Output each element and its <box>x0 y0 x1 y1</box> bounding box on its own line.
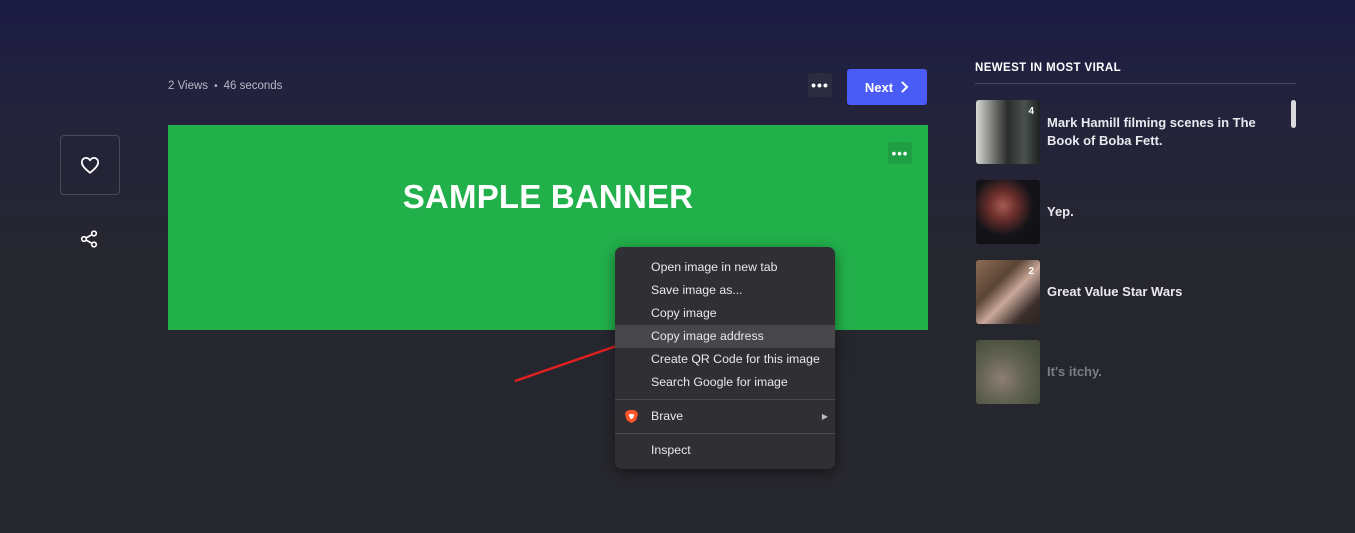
banner-text: SAMPLE BANNER <box>402 178 694 215</box>
meta-separator: • <box>214 80 218 92</box>
sidebar-divider <box>975 83 1296 84</box>
sidebar-title: NEWEST IN MOST VIRAL <box>975 62 1121 74</box>
sidebar-item[interactable]: Yep. <box>976 180 1276 244</box>
brave-lion-icon <box>624 409 639 424</box>
menu-search-google-image[interactable]: Search Google for image <box>615 371 835 394</box>
menu-divider <box>615 399 835 400</box>
context-menu: Open image in new tab Save image as... C… <box>615 247 835 469</box>
sidebar-item[interactable]: It's itchy. <box>976 340 1276 404</box>
menu-inspect[interactable]: Inspect <box>615 439 835 462</box>
menu-open-image-new-tab[interactable]: Open image in new tab <box>615 256 835 279</box>
submenu-arrow-icon: ▶ <box>821 412 828 421</box>
sidebar-item-title: It's itchy. <box>1047 364 1102 379</box>
sidebar-item-title: Mark Hamill filming scenes in The Book o… <box>1047 115 1256 148</box>
next-label: Next <box>864 79 894 95</box>
post-thumbnail <box>976 340 1040 404</box>
post-meta: 2 Views • 46 seconds <box>168 80 282 92</box>
post-thumbnail: 2 <box>976 260 1040 324</box>
sidebar-item-title: Yep. <box>1047 204 1074 219</box>
heart-icon <box>80 156 100 174</box>
post-thumbnail: 4 <box>976 100 1040 164</box>
chevron-right-icon <box>901 81 909 93</box>
image-count: 2 <box>1028 266 1034 277</box>
sidebar-item[interactable]: 2 Great Value Star Wars <box>976 260 1276 324</box>
next-button[interactable]: Next <box>847 69 927 105</box>
image-options-button[interactable]: ••• <box>888 142 912 164</box>
menu-brave[interactable]: Brave ▶ <box>615 405 835 428</box>
menu-save-image-as[interactable]: Save image as... <box>615 279 835 302</box>
view-count: 2 Views <box>168 80 209 92</box>
sidebar-item[interactable]: 4 Mark Hamill filming scenes in The Book… <box>976 100 1276 164</box>
menu-copy-image[interactable]: Copy image <box>615 302 835 325</box>
favorite-button[interactable] <box>60 135 120 195</box>
menu-divider <box>615 433 835 434</box>
more-options-button[interactable]: ••• <box>808 73 832 97</box>
menu-copy-image-address[interactable]: Copy image address <box>615 325 835 348</box>
menu-brave-label: Brave <box>651 409 684 423</box>
post-age: 46 seconds <box>223 80 283 92</box>
menu-create-qr-code[interactable]: Create QR Code for this image <box>615 348 835 371</box>
sidebar-scrollbar[interactable] <box>1291 100 1296 128</box>
image-count: 4 <box>1028 106 1034 117</box>
post-thumbnail <box>976 180 1040 244</box>
share-icon <box>80 230 98 248</box>
sidebar-item-title: Great Value Star Wars <box>1047 284 1183 299</box>
share-button[interactable] <box>79 229 99 249</box>
